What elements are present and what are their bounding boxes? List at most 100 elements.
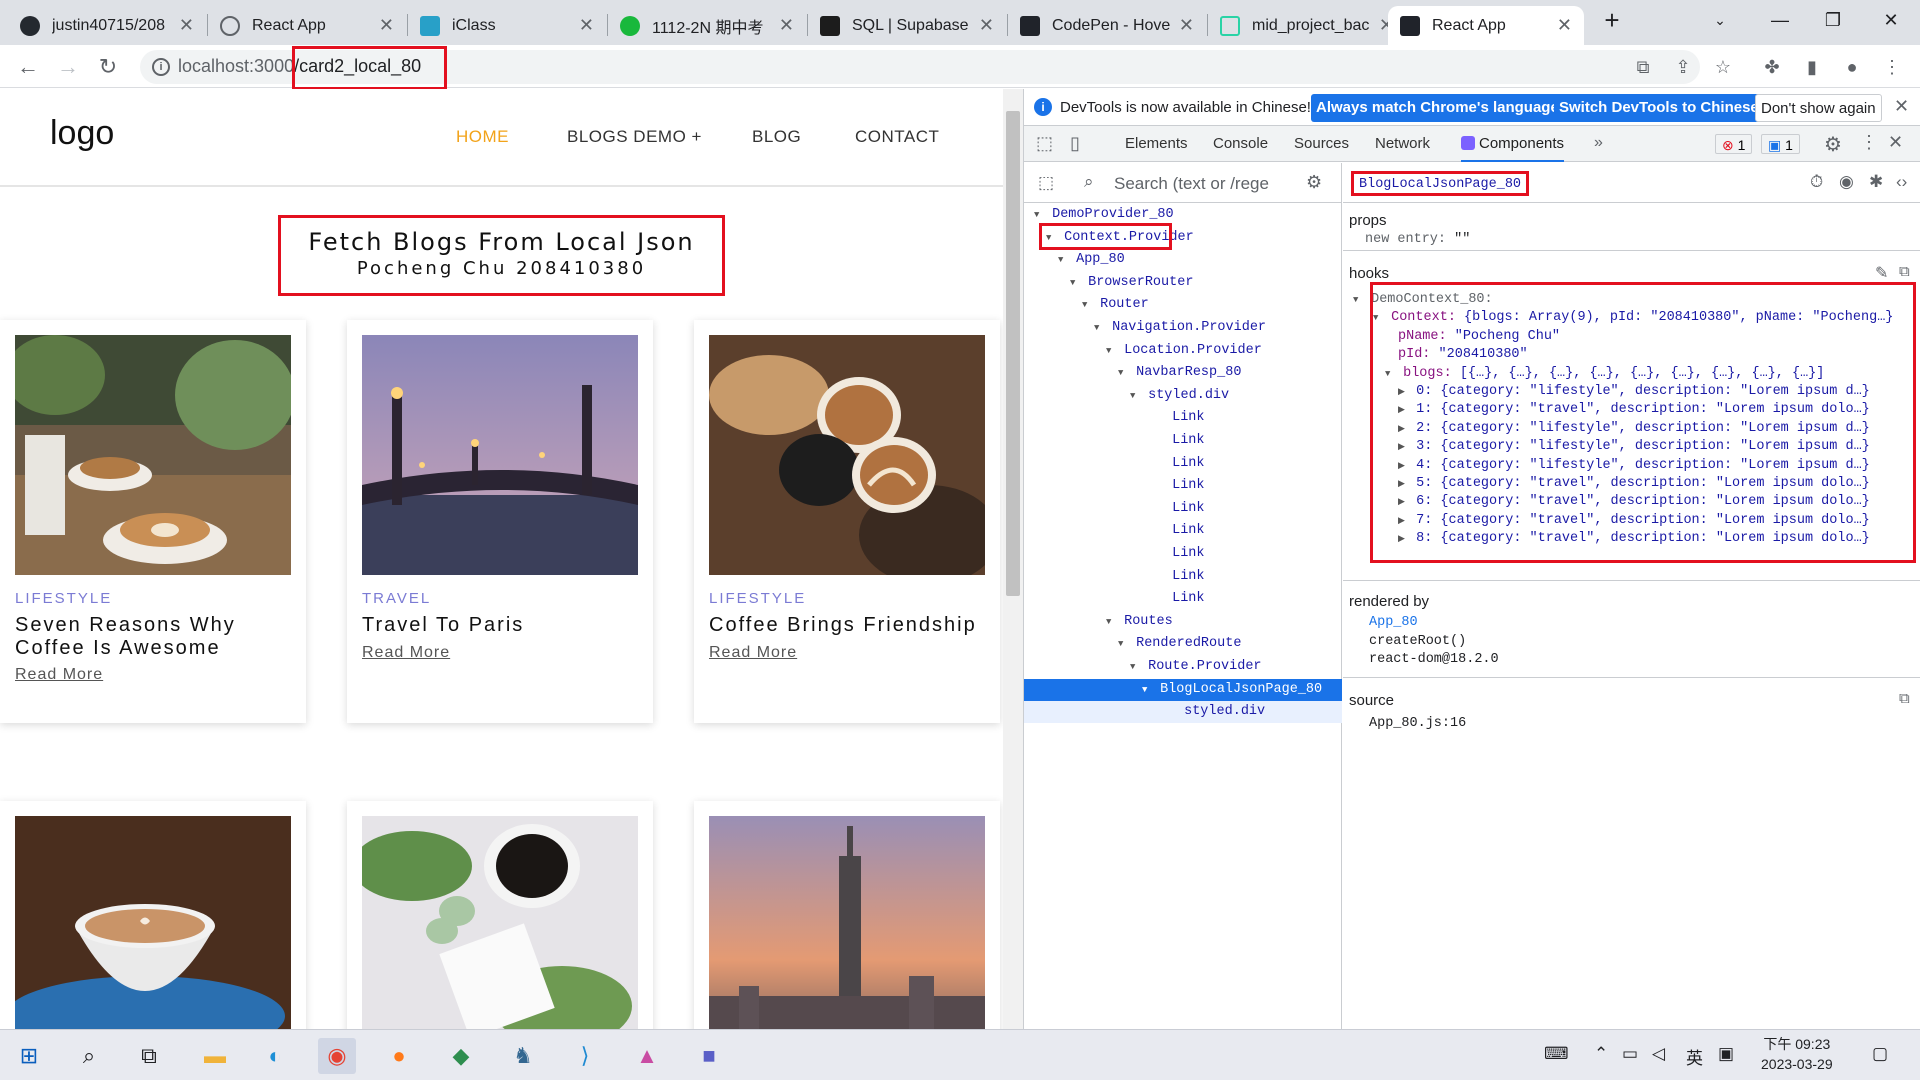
tree-node[interactable]: ▼ Routes xyxy=(1024,611,1342,633)
edit-wand-icon[interactable]: ✎ xyxy=(1875,263,1888,283)
tree-settings-gear-icon[interactable]: ⚙ xyxy=(1306,172,1322,193)
input-language[interactable]: 英 xyxy=(1686,1044,1703,1069)
view-source-icon[interactable]: ‹› xyxy=(1896,172,1907,192)
notifications-icon[interactable]: ▢ xyxy=(1872,1044,1888,1064)
reload-icon[interactable]: ↻ xyxy=(92,51,124,83)
close-icon[interactable]: ✕ xyxy=(1894,96,1909,117)
nav-blogs-demo[interactable]: BLOGS DEMO + xyxy=(567,127,702,147)
tree-node[interactable]: ▼ Route.Provider xyxy=(1024,656,1342,678)
expand-triangle-icon[interactable]: ▼ xyxy=(1058,249,1068,271)
read-more-link[interactable]: Read More xyxy=(362,644,450,662)
tree-node[interactable]: Link xyxy=(1024,520,1342,542)
read-more-link[interactable]: Read More xyxy=(15,666,103,684)
source-location[interactable]: App_80.js:16 xyxy=(1369,716,1466,731)
debug-bug-icon[interactable]: ✱ xyxy=(1869,172,1883,192)
close-icon[interactable]: ✕ xyxy=(579,15,594,36)
edge-browser-icon[interactable]: ◐ xyxy=(256,1038,294,1074)
match-language-button[interactable]: Always match Chrome's language xyxy=(1311,94,1564,122)
tree-node[interactable]: Link xyxy=(1024,475,1342,497)
close-icon[interactable]: ✕ xyxy=(179,15,194,36)
system-clock[interactable]: 下午 09:23 2023-03-29 xyxy=(1761,1034,1833,1074)
nav-blog[interactable]: BLOG xyxy=(752,127,801,147)
paint-drop-icon[interactable]: ▲ xyxy=(628,1038,666,1074)
side-panel-icon[interactable]: ▮ xyxy=(1798,53,1826,81)
volume-muted-icon[interactable]: ◁ xyxy=(1652,1044,1665,1064)
nav-home[interactable]: HOME xyxy=(456,127,509,147)
props-entry[interactable]: new entry: "" xyxy=(1365,232,1470,247)
file-explorer-icon[interactable]: ▬ xyxy=(196,1038,234,1074)
keyboard-icon[interactable]: ⌨ xyxy=(1544,1044,1569,1064)
task-view-icon[interactable]: ⧉ xyxy=(130,1038,168,1074)
tree-search-input[interactable]: Search (text or /rege xyxy=(1114,174,1269,194)
inspect-element-icon[interactable]: ⬚ xyxy=(1036,133,1053,154)
tree-node[interactable]: ▼ Navigation.Provider xyxy=(1024,317,1342,339)
tree-node[interactable]: ▼ BrowserRouter xyxy=(1024,272,1342,294)
tree-node[interactable]: ▼ BlogLocalJsonPage_80 xyxy=(1024,678,1342,701)
tab-console[interactable]: Console xyxy=(1213,135,1268,152)
teams-icon[interactable]: ■ xyxy=(690,1038,728,1074)
close-devtools-icon[interactable]: ✕ xyxy=(1888,132,1903,153)
back-icon[interactable]: ← xyxy=(12,51,44,83)
expand-triangle-icon[interactable]: ▼ xyxy=(1142,679,1152,701)
scrollbar-thumb[interactable] xyxy=(1006,111,1020,596)
tray-expand-icon[interactable]: ⌃ xyxy=(1594,1044,1608,1064)
tree-node[interactable]: ▼ NavbarResp_80 xyxy=(1024,362,1342,384)
tree-node[interactable]: ▼ Location.Provider xyxy=(1024,340,1342,362)
tab-elements[interactable]: Elements xyxy=(1125,135,1188,152)
expand-triangle-icon[interactable]: ▼ xyxy=(1118,362,1128,384)
tree-node[interactable]: Link xyxy=(1024,566,1342,588)
tab-components[interactable]: Components xyxy=(1461,126,1565,162)
copy-icon[interactable]: ⧉ xyxy=(1899,690,1910,707)
expand-triangle-icon[interactable]: ▼ xyxy=(1094,317,1104,339)
tree-node[interactable]: Link xyxy=(1024,430,1342,452)
site-logo[interactable]: logo xyxy=(50,114,114,153)
browser-tab[interactable]: React App ✕ xyxy=(208,6,406,45)
expand-triangle-icon[interactable]: ▼ xyxy=(1118,633,1128,655)
close-icon[interactable]: ✕ xyxy=(979,15,994,36)
tab-search-icon[interactable]: ⌄ xyxy=(1695,0,1745,40)
browser-tab[interactable]: CodePen - Hove ✕ xyxy=(1008,6,1206,45)
tree-node[interactable]: Link xyxy=(1024,543,1342,565)
suspend-timer-icon[interactable]: ⏱ xyxy=(1810,172,1823,192)
close-icon[interactable]: ✕ xyxy=(379,15,394,36)
tree-node[interactable]: Link xyxy=(1024,407,1342,429)
expand-triangle-icon[interactable]: ▼ xyxy=(1070,272,1080,294)
expand-triangle-icon[interactable]: ▼ xyxy=(1106,340,1116,362)
message-count-badge[interactable]: ▣ 1 xyxy=(1761,134,1800,154)
tree-node[interactable]: ▼ styled.div xyxy=(1024,385,1342,407)
browser-tab[interactable]: mid_project_bac ✕ xyxy=(1208,6,1406,45)
network-icon[interactable]: ▭ xyxy=(1622,1044,1638,1064)
tree-node[interactable]: styled.div xyxy=(1024,701,1342,724)
search-icon[interactable]: ⌕ xyxy=(70,1038,108,1074)
tree-node[interactable]: ▼ App_80 xyxy=(1024,249,1342,271)
pgadmin-icon[interactable]: ♞ xyxy=(504,1038,542,1074)
chrome-browser-icon[interactable]: ◉ xyxy=(318,1038,356,1074)
browser-tab[interactable]: 1112-2N 期中考 ✕ xyxy=(608,6,806,45)
profile-avatar-icon[interactable]: ● xyxy=(1838,53,1866,81)
new-tab-button[interactable]: + xyxy=(1587,0,1637,40)
page-scrollbar[interactable] xyxy=(1003,89,1023,1029)
tree-node[interactable]: ▼ Context.Provider xyxy=(1024,222,1342,250)
error-count-badge[interactable]: ⊗ 1 xyxy=(1715,134,1753,154)
more-options-icon[interactable]: ⋮ xyxy=(1860,132,1878,153)
tab-sources[interactable]: Sources xyxy=(1294,135,1349,152)
nav-contact[interactable]: CONTACT xyxy=(855,127,939,147)
copy-icon[interactable]: ⧉ xyxy=(1899,263,1910,280)
browser-tab[interactable]: justin40715/208 ✕ xyxy=(8,6,206,45)
firefox-icon[interactable]: ● xyxy=(380,1038,418,1074)
share-icon[interactable]: ⇪ xyxy=(1669,53,1697,81)
expand-triangle-icon[interactable]: ▼ xyxy=(1130,656,1140,678)
forward-icon[interactable]: → xyxy=(52,51,84,83)
browser-tab-active[interactable]: React App ✕ xyxy=(1388,6,1584,45)
read-more-link[interactable]: Read More xyxy=(709,644,797,662)
close-icon[interactable]: ✕ xyxy=(1179,15,1194,36)
dont-show-again-button[interactable]: Don't show again xyxy=(1755,94,1882,122)
translate-icon[interactable]: ⧉ xyxy=(1629,53,1657,81)
git-client-icon[interactable]: ◆ xyxy=(442,1038,480,1074)
vscode-icon[interactable]: ⟩ xyxy=(566,1038,604,1074)
info-icon[interactable]: i xyxy=(152,58,170,76)
ime-icon[interactable]: ▣ xyxy=(1718,1044,1734,1064)
minimize-icon[interactable]: — xyxy=(1755,0,1805,40)
tree-node[interactable]: Link xyxy=(1024,498,1342,520)
close-icon[interactable]: ✕ xyxy=(779,15,794,36)
